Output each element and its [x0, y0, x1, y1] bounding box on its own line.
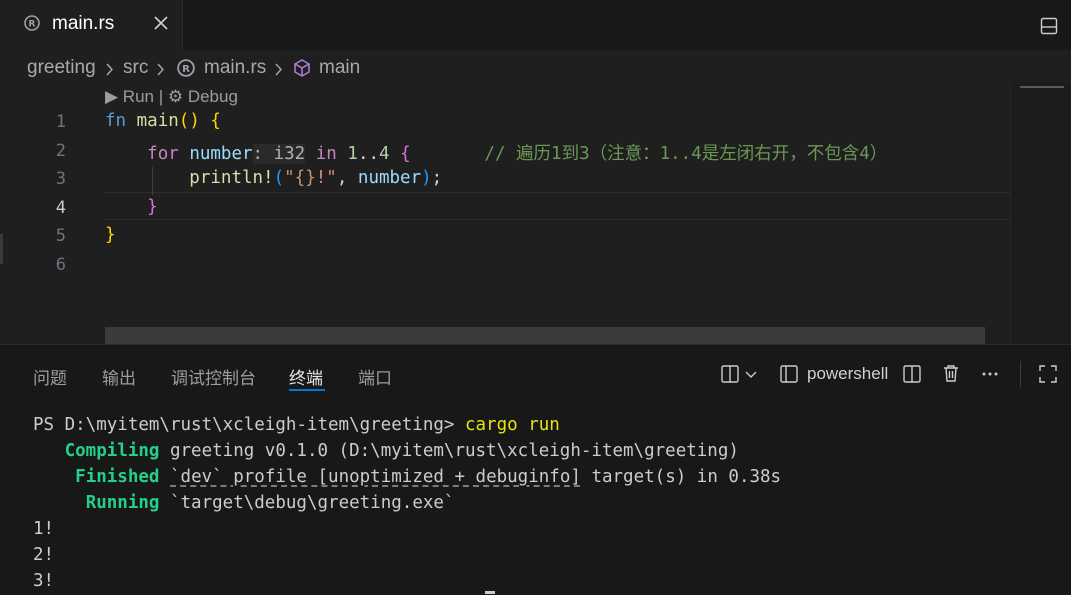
chevron-right-icon	[275, 63, 282, 76]
current-line-highlight	[105, 192, 1010, 220]
tab-title: main.rs	[52, 13, 115, 34]
inlay-type-hint: : i32	[252, 144, 306, 164]
terminal-output-line: 1!	[33, 519, 55, 539]
terminal-command: cargo run	[464, 415, 560, 435]
terminal-output-line: 2!	[33, 545, 55, 565]
rust-file-icon: R	[24, 15, 40, 31]
terminal-output-line: 3!	[33, 571, 55, 591]
tab-terminal[interactable]: 终端	[289, 364, 323, 389]
codelens-debug[interactable]: ⚙ Debug	[168, 87, 238, 106]
codelens: ▶ Run | ⚙ Debug	[105, 87, 238, 107]
line-number: 3	[55, 169, 66, 189]
chevron-right-icon	[157, 63, 164, 76]
more-actions-icon[interactable]	[980, 364, 1000, 384]
trash-icon[interactable]	[941, 363, 961, 383]
bottom-panel: 问题 输出 调试控制台 终端 端口 powershell PS D:\myite…	[0, 344, 1071, 595]
terminal-line-compiling: Compiling greeting v0.1.0 (D:\myitem\rus…	[64, 441, 739, 461]
line-number: 6	[55, 255, 66, 275]
svg-text:R: R	[29, 20, 36, 30]
terminal-instance-icon	[780, 365, 798, 383]
code-comment: // 遍历1到3（注意：1..4是左闭右开，不包含4）	[484, 144, 888, 164]
code-editor[interactable]: ▶ Run | ⚙ Debug 1 2 3 4 5 6 fn main() { …	[0, 82, 1071, 344]
minimap-slice	[1020, 86, 1064, 88]
breadcrumb-dir[interactable]: src	[123, 57, 148, 79]
minimap[interactable]	[1010, 82, 1071, 344]
terminal-line-prompt: PS D:\myitem\rust\xcleigh-item\greeting>…	[33, 415, 560, 435]
chevron-right-icon	[106, 63, 113, 76]
tab-main-rs[interactable]: R main.rs	[0, 0, 183, 50]
terminal-line-running: Running `target\debug\greeting.exe`	[85, 493, 455, 513]
close-icon[interactable]	[152, 14, 170, 32]
split-editor-icon[interactable]	[902, 364, 922, 384]
breadcrumb-symbol[interactable]: main	[319, 57, 360, 79]
code-line-2: for number: i32 in 1..4 { // 遍历1到3（注意：1.…	[147, 144, 888, 164]
active-tab-indicator	[289, 389, 325, 391]
line-number: 1	[55, 112, 66, 132]
code-line-3: println!("{}!", number);	[189, 168, 443, 188]
svg-text:R: R	[182, 64, 190, 75]
breadcrumb-file[interactable]: main.rs	[204, 57, 266, 79]
code-line-5: }	[105, 225, 116, 245]
tab-output[interactable]: 输出	[102, 364, 136, 389]
horizontal-scrollbar[interactable]	[105, 327, 985, 344]
codelens-run[interactable]: ▶ Run	[105, 87, 154, 106]
code-line-4: }	[147, 197, 158, 217]
line-number: 2	[55, 141, 66, 161]
cube-symbol-icon	[294, 59, 310, 77]
toggle-panel-icon[interactable]	[1040, 17, 1058, 35]
chevron-down-icon[interactable]	[744, 364, 758, 384]
rust-file-icon: R	[177, 59, 195, 77]
breadcrumb-folder[interactable]: greeting	[27, 57, 96, 79]
terminal-line-finished: Finished `dev` profile [unoptimized + de…	[75, 467, 782, 487]
code-line-1: fn main() {	[105, 111, 221, 131]
tab-problems[interactable]: 问题	[33, 364, 67, 389]
split-terminal-icon[interactable]	[720, 364, 740, 384]
codelens-separator: |	[153, 87, 168, 106]
line-number: 5	[55, 226, 66, 246]
line-number-active: 4	[55, 198, 66, 218]
tab-ports[interactable]: 端口	[358, 364, 392, 389]
terminal-name[interactable]: powershell	[807, 364, 888, 384]
breadcrumb: greeting src R main.rs main	[0, 54, 1071, 82]
tab-debug-console[interactable]: 调试控制台	[171, 364, 256, 389]
gutter-marker	[0, 234, 3, 264]
toolbar-divider	[1020, 361, 1021, 387]
maximize-panel-icon[interactable]	[1038, 364, 1058, 384]
